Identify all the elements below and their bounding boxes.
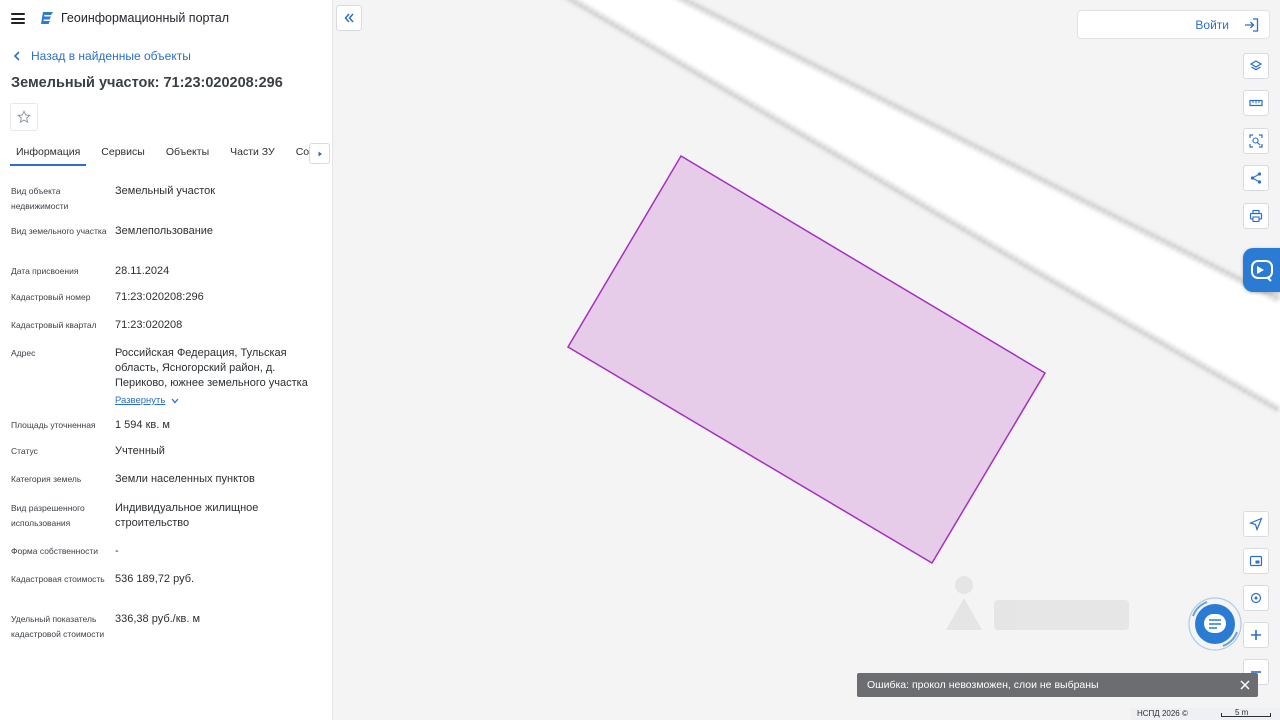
share-button[interactable] <box>1243 165 1269 191</box>
minimap-icon <box>1249 555 1263 567</box>
info-label: Категория земель <box>11 474 82 484</box>
double-chevron-left-icon <box>344 13 354 23</box>
info-label: Кадастровый номер <box>11 292 91 302</box>
tab-bar: Информация Сервисы Объекты Части ЗУ Сост… <box>10 140 310 166</box>
app-title: Геоинформационный портал <box>61 11 230 25</box>
share-icon <box>1250 172 1262 184</box>
info-value: 28.11.2024 <box>115 265 170 277</box>
logo-icon <box>41 11 53 25</box>
chevron-left-icon <box>13 51 20 61</box>
chevron-down-icon <box>171 398 179 403</box>
info-value: 71:23:020208 <box>115 319 183 331</box>
toast-message: Ошибка: прокол невозможен, слои не выбра… <box>867 679 1099 691</box>
expand-label: Развернуть <box>115 395 166 406</box>
tab-info[interactable]: Информация <box>10 140 87 166</box>
tab-parts[interactable]: Части ЗУ <box>224 140 281 166</box>
star-icon <box>17 110 31 124</box>
info-label: Вид объекта недвижимости <box>11 186 69 211</box>
print-button[interactable] <box>1243 203 1269 229</box>
back-link[interactable]: Назад в найденные объекты <box>13 49 191 63</box>
info-label: Площадь уточненная <box>11 420 96 430</box>
info-value: 536 189,72 руб. <box>115 573 195 585</box>
collapse-panel-button[interactable] <box>336 5 362 31</box>
watermark-logo <box>946 576 1129 630</box>
tab-objects[interactable]: Объекты <box>160 140 215 166</box>
info-value: 71:23:020208:296 <box>115 291 204 303</box>
expand-address-link[interactable]: Развернуть <box>115 393 179 408</box>
error-toast: Ошибка: прокол невозможен, слои не выбра… <box>857 673 1258 697</box>
info-value: Земельный участок <box>115 185 216 197</box>
select-area-icon <box>1249 134 1263 148</box>
info-value: Земли населенных пунктов <box>115 473 255 485</box>
locate-icon <box>1250 592 1262 604</box>
page-title: Земельный участок: 71:23:020208:296 <box>11 75 283 91</box>
top-bar: Геоинформационный портал <box>0 0 332 38</box>
map-canvas[interactable] <box>334 0 1280 720</box>
info-label: Кадастровый квартал <box>11 320 97 330</box>
chat-bubble-icon <box>1250 260 1273 282</box>
print-icon <box>1249 209 1263 223</box>
info-label: Адрес <box>11 348 36 358</box>
tab-composition[interactable]: Состав <box>290 140 310 166</box>
info-value-container: Российская Федерация, Тульская область, … <box>115 346 325 408</box>
info-value: 336,38 руб./кв. м <box>115 613 201 625</box>
info-label: Удельный показатель кадастровой стоимост… <box>11 614 105 639</box>
map-footer: НСПД 2026 © 5 m <box>1131 708 1280 720</box>
info-label: Дата присвоения <box>11 266 79 276</box>
scale-bar: 5 m <box>1221 708 1271 718</box>
copyright-text: НСПД 2026 © <box>1137 709 1188 718</box>
info-label: Статус <box>11 446 38 456</box>
favorite-button[interactable] <box>10 103 38 131</box>
measure-button[interactable] <box>1243 90 1269 116</box>
layers-button[interactable] <box>1243 53 1269 79</box>
left-panel: Геоинформационный портал Назад в найденн… <box>0 0 333 720</box>
map-layer <box>566 0 1280 630</box>
layers-icon <box>1249 60 1263 71</box>
info-value: Российская Федерация, Тульская область, … <box>115 347 308 389</box>
scale-line <box>1221 713 1271 717</box>
side-panel-toggle[interactable] <box>1243 248 1280 292</box>
tabs-scroll-right-button[interactable] <box>309 143 330 164</box>
locate-button[interactable] <box>1243 585 1269 611</box>
info-label: Форма собственности <box>11 546 98 556</box>
caret-right-icon <box>318 151 322 156</box>
back-link-label: Назад в найденные объекты <box>31 49 191 63</box>
info-value: Индивидуальное жилищное строительство <box>115 502 259 529</box>
info-value: 1 594 кв. м <box>115 419 170 431</box>
chat-button[interactable] <box>1187 596 1243 652</box>
navigate-icon <box>1249 517 1263 531</box>
info-label: Кадастровая стоимость <box>11 574 105 584</box>
navigate-button[interactable] <box>1243 511 1269 537</box>
select-area-button[interactable] <box>1243 128 1269 154</box>
info-value: Землепользование <box>115 225 214 237</box>
ruler-icon <box>1249 99 1263 107</box>
login-button[interactable]: Войти <box>1077 10 1270 39</box>
menu-icon[interactable] <box>11 13 25 24</box>
close-icon[interactable] <box>1238 678 1252 692</box>
info-value: Учтенный <box>115 445 165 457</box>
info-label: Вид разрешенного использования <box>11 503 85 528</box>
tab-services[interactable]: Сервисы <box>95 140 151 166</box>
login-icon <box>1245 18 1259 32</box>
info-label: Вид земельного участка <box>11 226 107 236</box>
minimap-button[interactable] <box>1243 548 1269 574</box>
zoom-in-button[interactable] <box>1243 622 1269 648</box>
login-label: Войти <box>1195 18 1229 32</box>
info-value: - <box>115 545 119 557</box>
zoom-in-icon <box>1251 630 1261 640</box>
